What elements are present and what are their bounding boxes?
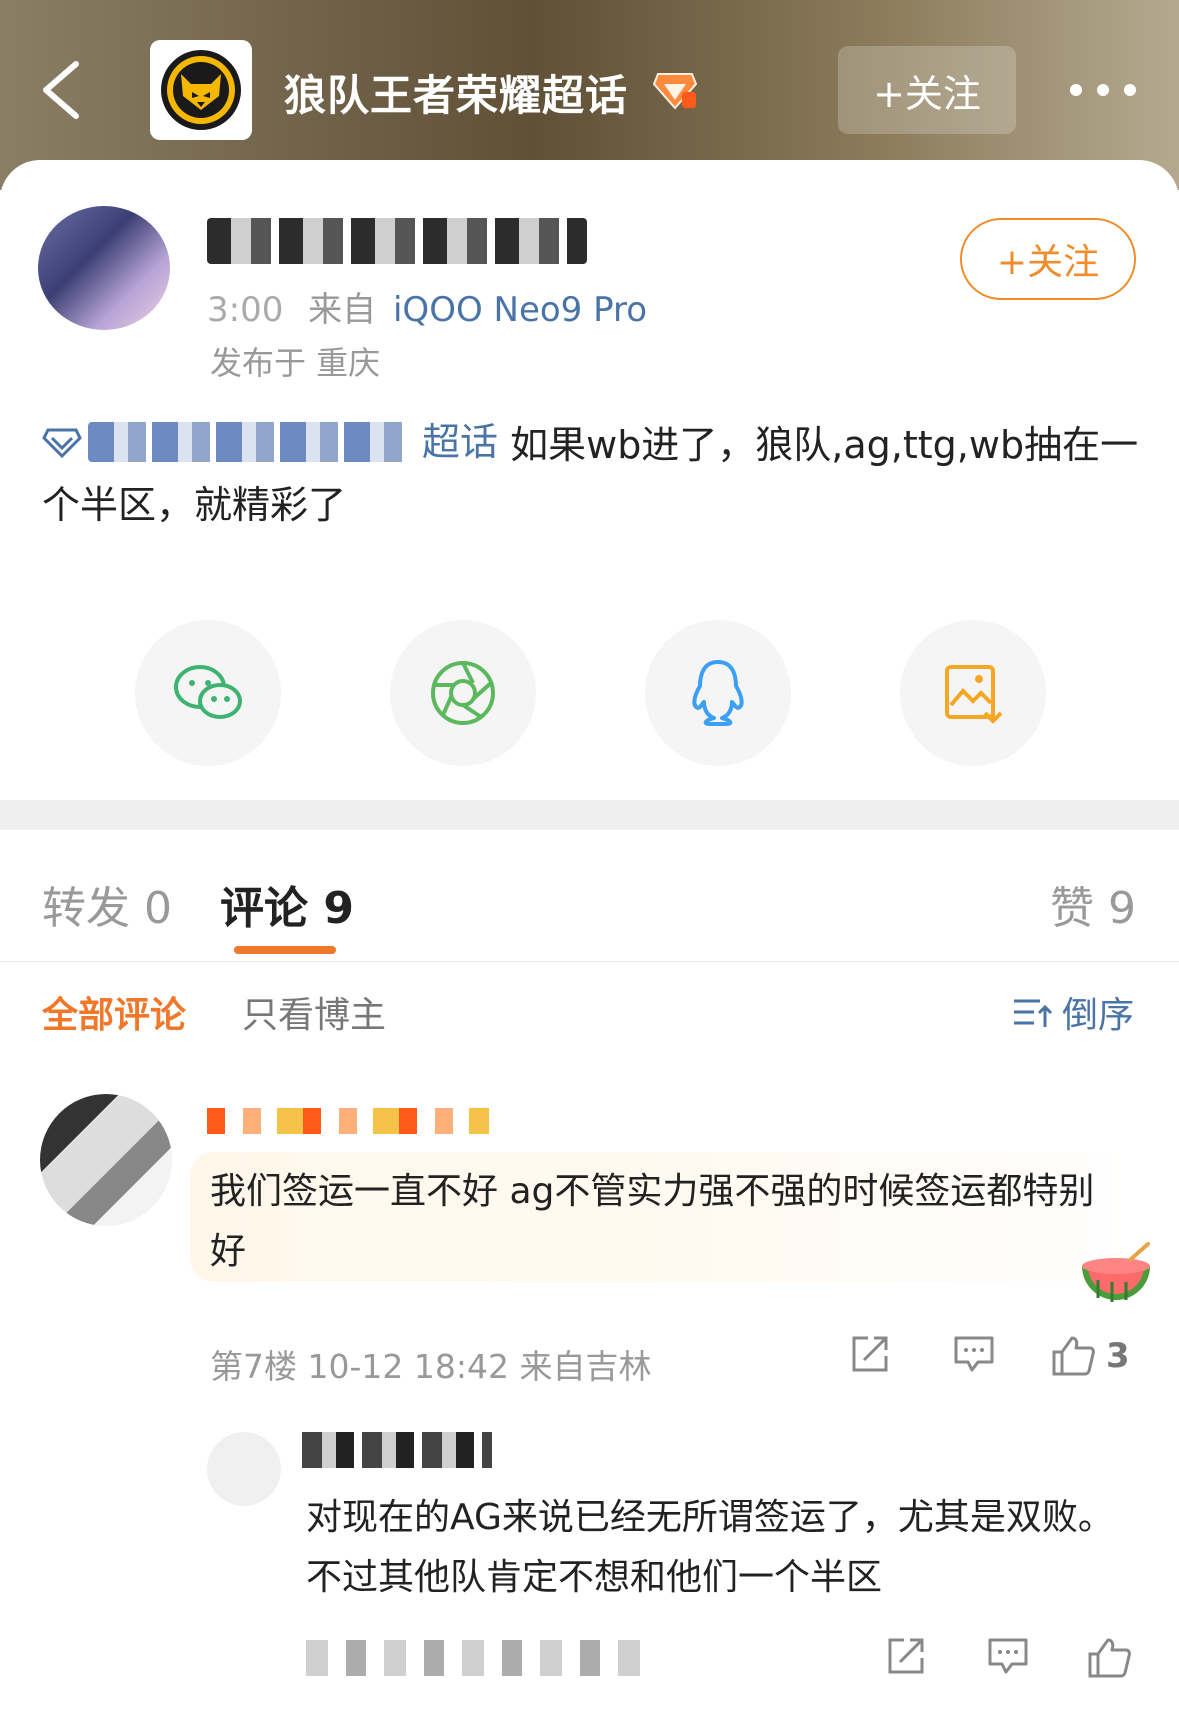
repost-icon bbox=[852, 1336, 888, 1372]
tab-repost[interactable]: 转发 0 bbox=[42, 872, 172, 936]
comment-like-button[interactable]: 3 bbox=[1050, 1334, 1130, 1378]
share-row bbox=[0, 620, 1179, 766]
interaction-tabs: 转发 0 评论 9 赞 9 bbox=[0, 830, 1179, 962]
sort-label: 倒序 bbox=[1062, 995, 1135, 1036]
active-tab-indicator bbox=[234, 946, 336, 954]
diamond-icon bbox=[42, 428, 82, 458]
more-icon[interactable] bbox=[1068, 78, 1138, 102]
post-meta: 3:00 来自 iQOO Neo9 Pro bbox=[207, 282, 647, 331]
wechat-icon bbox=[174, 665, 242, 719]
wolves-logo-icon bbox=[161, 50, 241, 130]
reply-like-button[interactable] bbox=[1086, 1636, 1132, 1684]
comment-icon bbox=[954, 1336, 994, 1372]
comment-icon bbox=[988, 1638, 1028, 1674]
like-count: 3 bbox=[1106, 1336, 1130, 1376]
commenter-avatar[interactable] bbox=[40, 1094, 172, 1226]
comment-text: 我们签运一直不好 ag不管实力强不强的时候签运都特别好 bbox=[210, 1171, 1095, 1272]
reply-avatar[interactable] bbox=[207, 1432, 281, 1506]
qq-icon bbox=[692, 660, 744, 726]
supertopic-link[interactable]: 超话 bbox=[42, 412, 498, 472]
reply-author-blurred[interactable] bbox=[302, 1432, 492, 1468]
thumbs-up-icon bbox=[1052, 1336, 1095, 1376]
supertopic-gem-icon bbox=[652, 73, 698, 110]
author-name-blurred[interactable] bbox=[207, 218, 587, 264]
filter-owner-only[interactable]: 只看博主 bbox=[242, 986, 386, 1038]
section-divider bbox=[0, 800, 1179, 830]
back-arrow-icon[interactable] bbox=[34, 58, 94, 122]
sort-button[interactable]: 倒序 bbox=[1012, 986, 1134, 1038]
repost-icon bbox=[888, 1638, 924, 1674]
page-title: 狼队王者荣耀超话 bbox=[284, 71, 629, 120]
commenter-name-blurred[interactable] bbox=[207, 1108, 489, 1134]
share-qq-button[interactable] bbox=[645, 620, 791, 766]
save-image-button[interactable] bbox=[900, 620, 1046, 766]
reply-text: 对现在的AG来说已经无所谓签运了，尤其是双败。不过其他队肯定不想和他们一个半区 bbox=[306, 1497, 1114, 1598]
comment-meta: 第7楼 10-12 18:42 来自吉林 bbox=[210, 1347, 652, 1386]
watermelon-decoration-icon bbox=[1082, 1242, 1150, 1302]
moments-icon bbox=[431, 661, 495, 725]
reply-comment-button[interactable] bbox=[986, 1636, 1030, 1680]
share-moments-button[interactable] bbox=[390, 620, 536, 766]
tab-comments[interactable]: 评论 9 bbox=[220, 872, 354, 936]
comment-reply-button[interactable] bbox=[952, 1334, 996, 1374]
follow-author-button[interactable]: +关注 bbox=[960, 218, 1136, 300]
reply-repost-button[interactable] bbox=[884, 1636, 928, 1680]
comment-filter-row: 全部评论 只看博主 倒序 bbox=[0, 986, 1179, 1046]
reply-meta-blurred bbox=[306, 1640, 642, 1676]
supertopic-logo[interactable] bbox=[150, 40, 252, 140]
tab-likes[interactable]: 赞 9 bbox=[1050, 872, 1136, 936]
post-body: 超话 如果wb进了，狼队,ag,ttg,wb抽在一个半区，就精彩了 bbox=[42, 412, 1142, 535]
post-time: 3:00 bbox=[207, 290, 284, 330]
save-image-icon bbox=[945, 665, 1003, 724]
filter-all-comments[interactable]: 全部评论 bbox=[42, 986, 186, 1038]
post-location: 发布于 重庆 bbox=[210, 344, 381, 382]
author-avatar[interactable] bbox=[38, 206, 170, 330]
comment-repost-button[interactable] bbox=[848, 1334, 892, 1374]
header-follow-button[interactable]: +关注 bbox=[838, 46, 1016, 134]
from-label: 来自 bbox=[308, 290, 377, 330]
device-link[interactable]: iQOO Neo9 Pro bbox=[393, 290, 647, 330]
supertopic-suffix: 超话 bbox=[422, 420, 499, 464]
share-wechat-button[interactable] bbox=[135, 620, 281, 766]
supertopic-name-blurred bbox=[88, 422, 408, 462]
sort-icon bbox=[1014, 999, 1052, 1027]
thumbs-up-icon bbox=[1088, 1638, 1131, 1678]
